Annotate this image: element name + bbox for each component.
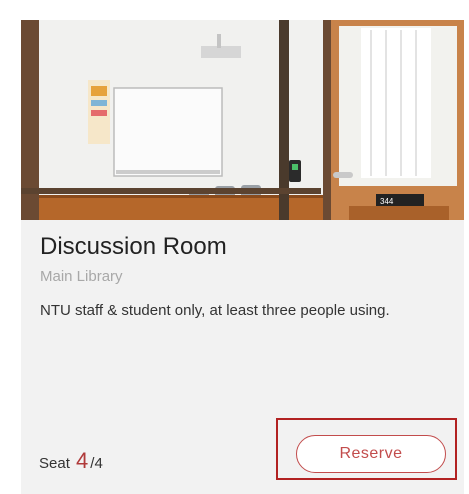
seat-total: 4 [94,455,103,472]
seat-count: Seat 4/4 [39,448,103,474]
reserve-button[interactable]: Reserve [296,435,446,473]
room-card: 344 Discussion Room Main Library NTU sta… [21,20,464,494]
room-location: Main Library [40,268,123,285]
seat-label: Seat [39,455,70,472]
room-description: NTU staff & student only, at least three… [40,302,390,319]
room-photo: 344 [21,20,464,220]
room-title: Discussion Room [40,233,227,260]
seat-available: 4 [76,448,89,473]
door-sign-text: 344 [380,197,394,206]
